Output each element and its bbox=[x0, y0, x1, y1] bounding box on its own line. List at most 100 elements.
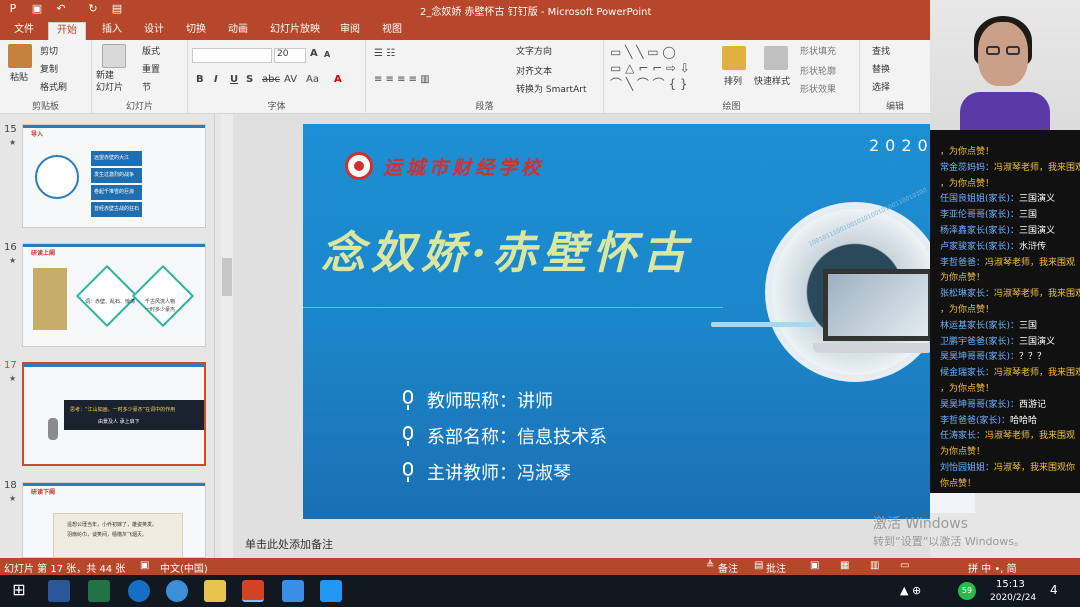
redo-icon[interactable]: ↻ bbox=[86, 2, 100, 16]
chat-author: 李哲爸爸： bbox=[940, 257, 986, 268]
select-button[interactable]: 选择 bbox=[872, 80, 890, 93]
arrange-button[interactable]: 排列 bbox=[724, 74, 742, 87]
tab-insert[interactable]: 插入 bbox=[94, 22, 130, 40]
shadow-button[interactable]: S bbox=[246, 74, 253, 85]
slide-thumbnail-17[interactable]: 思考：“江山如画，一时多少豪杰”在词中的作用 由景及人 承上启下 bbox=[22, 362, 206, 466]
accent-bar bbox=[711, 322, 816, 327]
edge-icon[interactable] bbox=[128, 580, 150, 602]
file-explorer-icon[interactable] bbox=[204, 580, 226, 602]
chat-message: 为你点赞！ bbox=[940, 444, 985, 457]
word-icon[interactable] bbox=[48, 580, 70, 602]
current-slide[interactable]: 运城市财经学校 2020 100101110010010101001010011… bbox=[303, 124, 930, 519]
tab-review[interactable]: 审阅 bbox=[332, 22, 368, 40]
chat-message: 林运基家长(家长)：三国 bbox=[940, 318, 1037, 331]
change-case-button[interactable]: Aa bbox=[306, 74, 319, 85]
paste-button[interactable]: 粘贴 bbox=[10, 70, 28, 83]
clock-date: 2020/2/24 bbox=[990, 593, 1037, 603]
windows-start-icon[interactable]: ⊞ bbox=[8, 580, 30, 602]
text-direction-button[interactable]: 文字方向 bbox=[516, 44, 552, 57]
underline-button[interactable]: U bbox=[230, 74, 238, 85]
undo-icon[interactable]: ↶ bbox=[54, 2, 68, 16]
replace-button[interactable]: 替换 bbox=[872, 62, 890, 75]
thumb-heading: 导入 bbox=[31, 131, 44, 138]
panel-scrollbar-thumb[interactable] bbox=[222, 258, 232, 296]
language-indicator[interactable]: 中文(中国) bbox=[160, 560, 208, 575]
smartart-button[interactable]: 转换为 SmartArt bbox=[516, 82, 586, 95]
save-icon[interactable]: ▣ bbox=[30, 2, 44, 16]
font-name-combo[interactable] bbox=[192, 48, 272, 63]
lecturer-name: 主讲教师：冯淑琴 bbox=[427, 463, 571, 484]
tab-view[interactable]: 视图 bbox=[374, 22, 410, 40]
grow-font-button[interactable]: A bbox=[310, 48, 318, 59]
notes-icon[interactable]: ≜ bbox=[706, 560, 714, 571]
slide-thumbnail-18[interactable]: 研读下阕 遥想公瑾当年，小乔初嫁了，雄姿英发。 羽扇纶巾，谈笑间，樯橹灰飞烟灭。 bbox=[22, 482, 206, 558]
live-chat-panel: ，为你点赞！ 常金蕊妈妈：冯淑琴老师，我来围观 ，为你点赞！ 任国良姐姐(家长)：三国… bbox=[930, 130, 1080, 493]
shrink-font-button[interactable]: A bbox=[324, 50, 330, 59]
bold-button[interactable]: B bbox=[196, 74, 204, 85]
new-slide-button[interactable]: 新建 幻灯片 bbox=[96, 70, 123, 94]
comments-icon[interactable]: ▤ bbox=[754, 560, 763, 571]
slideshow-view-icon[interactable]: ▭ bbox=[900, 560, 909, 571]
dingtalk-icon[interactable] bbox=[282, 580, 304, 602]
cloud-icon[interactable] bbox=[166, 580, 188, 602]
shape-effects-button[interactable]: 形状效果 bbox=[800, 82, 836, 95]
chat-thumbnail[interactable] bbox=[930, 493, 975, 513]
tab-design[interactable]: 设计 bbox=[136, 22, 172, 40]
font-color-button[interactable]: A bbox=[334, 74, 342, 85]
slide-count: 幻灯片 第 17 张，共 44 张 bbox=[4, 564, 126, 575]
reading-view-icon[interactable]: ▥ bbox=[870, 560, 879, 571]
quick-styles-icon[interactable] bbox=[764, 46, 788, 70]
chat-message: 任涛家长：冯淑琴老师，我来围观 bbox=[940, 428, 1075, 441]
spellcheck-icon[interactable]: ▣ bbox=[140, 560, 149, 571]
slide-thumbnail-16[interactable]: 研读上阕 词：赤壁、乱石、惊涛 千古风流人物 一时多少豪杰 bbox=[22, 243, 206, 347]
shape-fill-button[interactable]: 形状填充 bbox=[800, 44, 836, 57]
font-group: 20 A A B I U S abc AV Aa A 字体 bbox=[188, 40, 366, 114]
align-text-button[interactable]: 对齐文本 bbox=[516, 64, 552, 77]
slideshow-start-icon[interactable]: ▤ bbox=[110, 2, 124, 16]
tray-badge[interactable]: 59 bbox=[958, 582, 976, 600]
chat-message: 昊昊坤哥哥(家长)：西游记 bbox=[940, 397, 1046, 410]
layout-button[interactable]: 版式 bbox=[142, 44, 160, 57]
notes-button[interactable]: 备注 bbox=[718, 560, 738, 575]
powerpoint-taskbar-icon[interactable] bbox=[242, 580, 264, 602]
reset-button[interactable]: 重置 bbox=[142, 62, 160, 75]
excel-icon[interactable] bbox=[88, 580, 110, 602]
notification-icon[interactable]: 4 bbox=[1050, 583, 1058, 597]
thumb-line: 思考：“江山如画，一时多少豪杰”在词中的作用 bbox=[70, 407, 176, 413]
slide-thumbnail-15[interactable]: 导入 远望赤壁的大江 发生过激烈的战争 卷起千堆雪的巨浪 曾经赤壁古战的狂石 bbox=[22, 124, 206, 228]
shapes-gallery[interactable]: ▭ ╲ ╲ ▭ ◯ ▭ △ ⌐ ⌐ ⇨ ⇩ ⌒ ╲ ⌒ ⌒ { } bbox=[610, 44, 714, 94]
font-size-combo[interactable]: 20 bbox=[274, 48, 306, 63]
format-painter-button[interactable]: 格式刷 bbox=[40, 80, 67, 93]
notes-pane[interactable]: 单击此处添加备注 bbox=[233, 528, 930, 558]
copy-button[interactable]: 复制 bbox=[40, 62, 58, 75]
char-spacing-button[interactable]: AV bbox=[284, 74, 297, 85]
paragraph-label: 段落 bbox=[475, 102, 494, 112]
italic-button[interactable]: I bbox=[214, 74, 218, 85]
strikethrough-button[interactable]: abc bbox=[262, 74, 280, 85]
store-icon[interactable] bbox=[320, 580, 342, 602]
tab-slideshow[interactable]: 幻灯片放映 bbox=[262, 22, 328, 40]
ime-bar[interactable]: 拼 中 •, 简 bbox=[968, 560, 1017, 575]
comments-button[interactable]: 批注 bbox=[766, 560, 786, 575]
new-slide-icon[interactable] bbox=[102, 44, 126, 68]
thumb-line: 词：赤壁、乱石、惊涛 bbox=[85, 299, 136, 305]
tab-animations[interactable]: 动画 bbox=[220, 22, 256, 40]
panel-scrollbar[interactable] bbox=[221, 114, 233, 558]
find-button[interactable]: 查找 bbox=[872, 44, 890, 57]
tab-home[interactable]: 开始 bbox=[48, 22, 86, 40]
tab-file[interactable]: 文件 bbox=[4, 22, 44, 40]
normal-view-icon[interactable]: ▣ bbox=[810, 560, 819, 571]
window-title: 2_念奴娇 赤壁怀古 钉钉版 - Microsoft PowerPoint bbox=[420, 7, 652, 18]
paste-icon[interactable] bbox=[8, 44, 32, 68]
tray-icons[interactable]: ▲ ⊕ bbox=[900, 584, 921, 597]
bullets-button[interactable]: ☰ ☷ bbox=[374, 48, 395, 59]
align-buttons[interactable]: ≡ ≡ ≡ ≡ ▥ bbox=[374, 74, 430, 85]
tab-transitions[interactable]: 切换 bbox=[178, 22, 214, 40]
section-button[interactable]: 节 bbox=[142, 80, 151, 93]
shape-outline-button[interactable]: 形状轮廓 bbox=[800, 64, 836, 77]
arrange-icon[interactable] bbox=[722, 46, 746, 70]
chat-author: 卢家骏家长(家长)： bbox=[940, 241, 1020, 252]
cut-button[interactable]: 剪切 bbox=[40, 44, 58, 57]
sorter-view-icon[interactable]: ▦ bbox=[840, 560, 849, 571]
quick-styles-button[interactable]: 快速样式 bbox=[754, 74, 790, 87]
